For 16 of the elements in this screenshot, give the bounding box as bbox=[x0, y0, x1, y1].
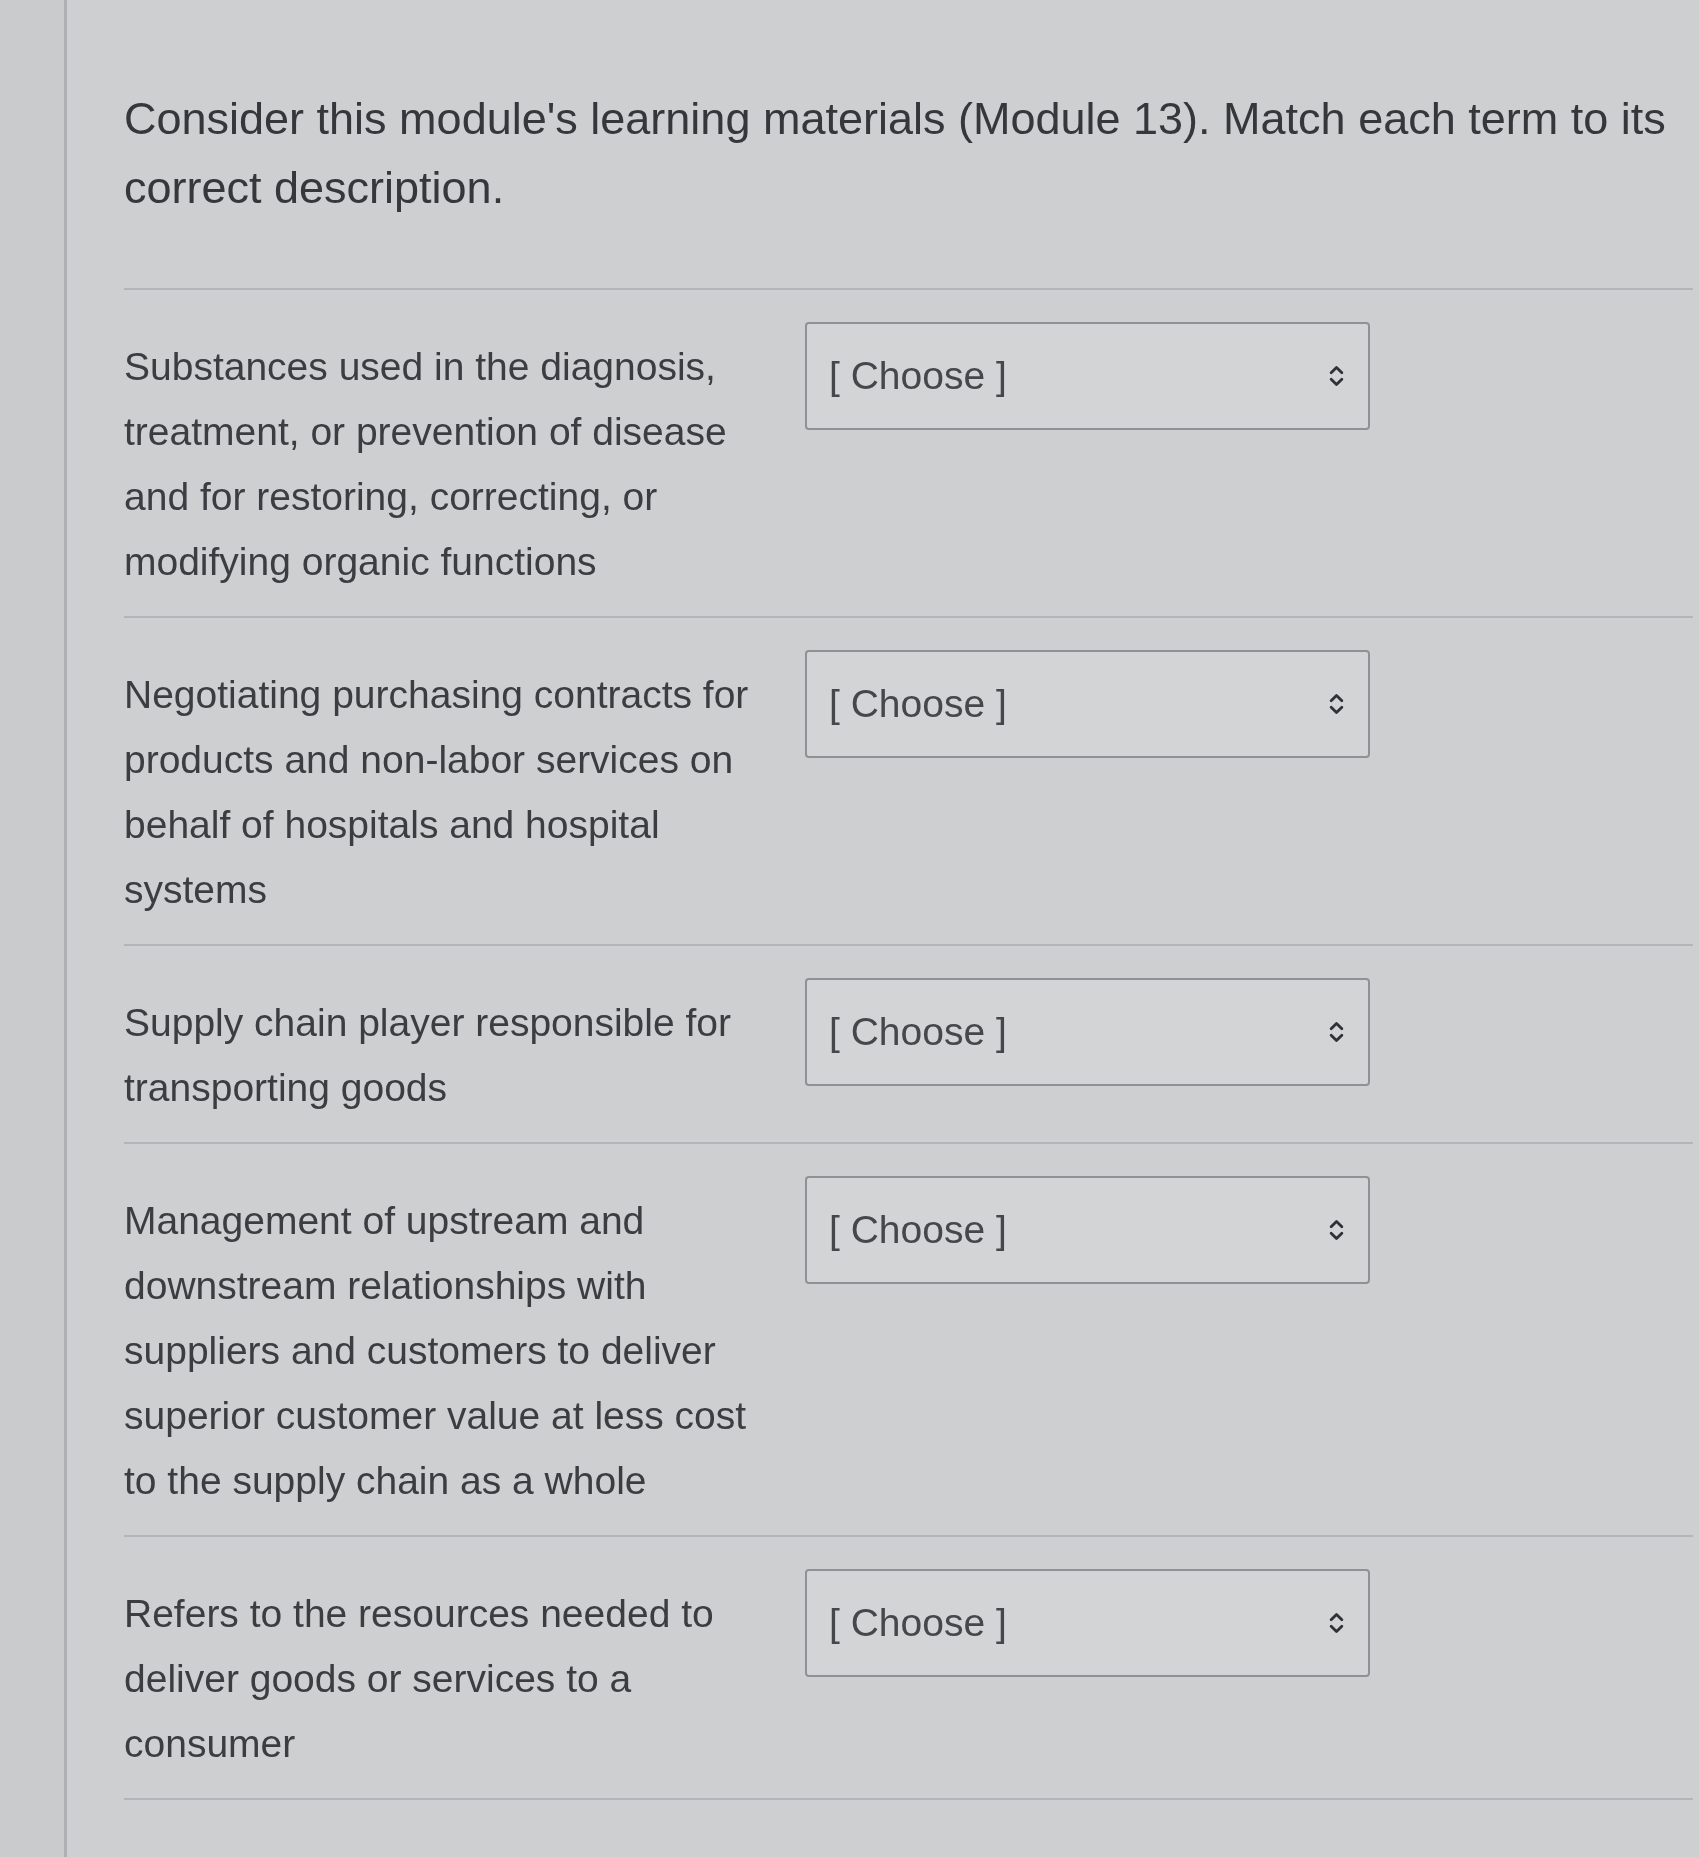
term-description: Negotiating purchasing contracts for products and non-labor services on behalf of hospitals and hospital systems bbox=[124, 672, 750, 913]
up-down-chevron-icon bbox=[1329, 1020, 1344, 1044]
up-down-chevron-icon bbox=[1329, 692, 1344, 716]
term-description: Substances used in the diagnosis, treatment, or prevention of disease and for restoring, correcting, or modifying organic functions bbox=[124, 344, 728, 585]
up-down-chevron-icon bbox=[1329, 1611, 1344, 1635]
up-down-chevron-icon bbox=[1329, 364, 1344, 388]
term-description: Refers to the resources needed to deliver goods or services to a consumer bbox=[124, 1591, 715, 1767]
answer-dropdown[interactable]: [ Choose ] bbox=[805, 1176, 1370, 1284]
answer-dropdown[interactable]: [ Choose ] bbox=[805, 650, 1370, 758]
term-description: Supply chain player responsible for transporting goods bbox=[124, 1000, 732, 1111]
term-description: Management of upstream and downstream relationships with suppliers and customers to deliver superior customer value at less cost to the supply chain as a whole bbox=[124, 1198, 748, 1504]
answer-dropdown[interactable]: [ Choose ] bbox=[805, 1569, 1370, 1677]
answer-dropdown[interactable]: [ Choose ] bbox=[805, 322, 1370, 430]
up-down-chevron-icon bbox=[1329, 1218, 1344, 1242]
question-text: Consider this module's learning materials (Module 13). Match each term to its correct description. bbox=[124, 0, 1693, 290]
answer-dropdown[interactable]: [ Choose ] bbox=[805, 978, 1370, 1086]
